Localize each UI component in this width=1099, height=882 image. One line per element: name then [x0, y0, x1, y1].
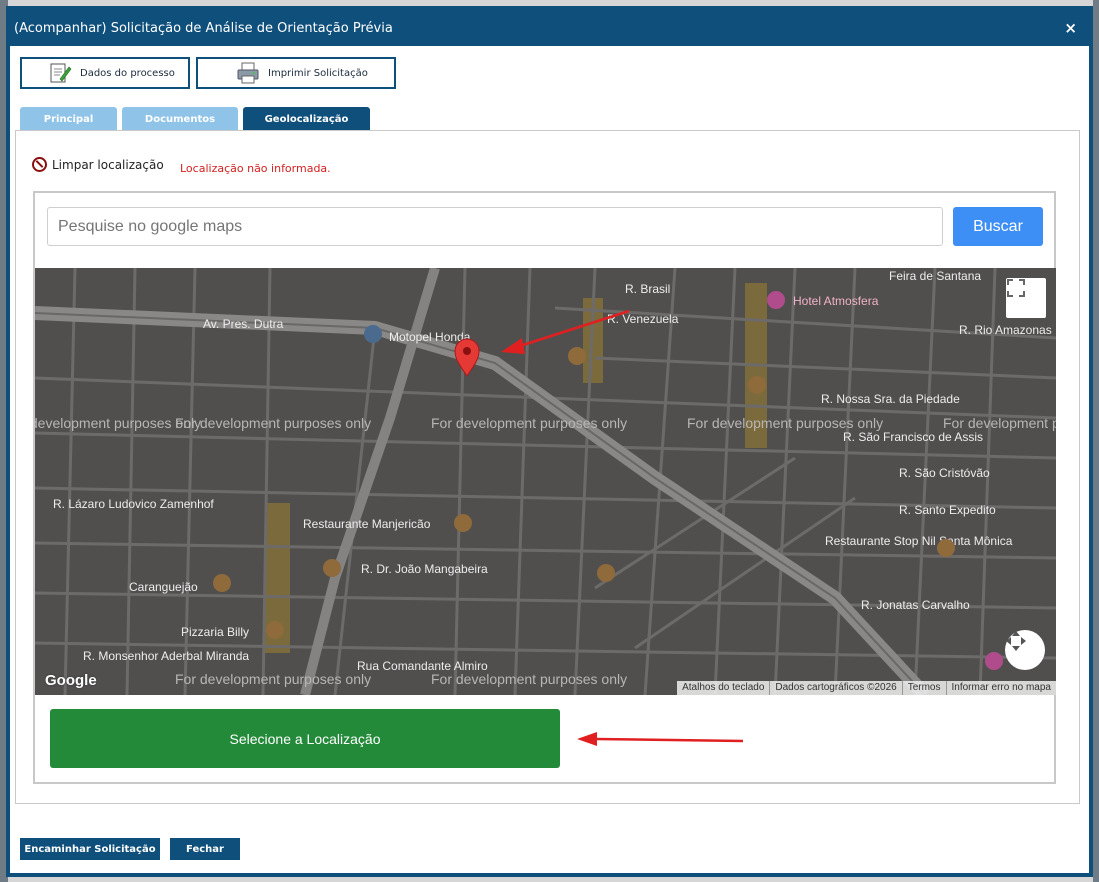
tab-bar: Principal Documentos Geolocalização [20, 107, 370, 131]
print-label: Imprimir Solicitação [268, 67, 368, 79]
toolbar: Dados do processo Imprimir Solicitação [20, 57, 396, 89]
map-frame: Buscar [33, 191, 1056, 784]
annotation-arrow [501, 309, 630, 354]
map-label: R. Santo Expedito [899, 503, 996, 517]
terms-link[interactable]: Termos [901, 681, 946, 695]
process-data-button[interactable]: Dados do processo [20, 57, 190, 89]
background-page-right [1093, 0, 1099, 882]
map-watermark: For development purposes only [175, 671, 371, 687]
location-status-message: Localização não informada. [180, 162, 331, 175]
select-location-button[interactable]: Selecione a Localização [50, 709, 560, 768]
clear-location-button[interactable]: Limpar localização [32, 157, 164, 172]
google-map[interactable]: R. Brasil Av. Pres. Dutra R. Venezuela R… [35, 268, 1056, 695]
map-data-credit: Dados cartográficos ©2026 [769, 681, 901, 695]
map-label: R. Jonatas Carvalho [861, 598, 970, 612]
map-label: R. Lázaro Ludovico Zamenhof [53, 497, 214, 511]
print-request-button[interactable]: Imprimir Solicitação [196, 57, 396, 89]
map-search-input[interactable] [47, 207, 943, 246]
map-label: R. Brasil [625, 282, 670, 296]
map-watermark: For development purposes only [431, 415, 627, 431]
annotation-arrow [577, 732, 744, 746]
fullscreen-icon [1007, 279, 1025, 297]
request-dialog: (Acompanhar) Solicitação de Análise de O… [6, 6, 1093, 877]
close-icon[interactable]: × [1064, 19, 1077, 37]
map-canvas: R. Brasil Av. Pres. Dutra R. Venezuela R… [35, 268, 1056, 695]
forward-request-button[interactable]: Encaminhar Solicitação [20, 838, 160, 860]
map-label: R. Nossa Sra. da Piedade [821, 392, 960, 406]
tab-documentos[interactable]: Documentos [122, 107, 238, 131]
map-label: Av. Pres. Dutra [203, 317, 284, 331]
geolocation-panel: Limpar localização Localização não infor… [15, 130, 1080, 804]
printer-icon [236, 61, 260, 85]
google-logo: Google [45, 672, 97, 689]
map-label: R. Monsenhor Aderbal Miranda [83, 649, 249, 663]
map-watermark: For development purposes only [431, 671, 627, 687]
map-watermark: For development purposes only [687, 415, 883, 431]
map-camera-control[interactable] [1005, 630, 1045, 670]
map-label: R. São Cristóvão [899, 466, 990, 480]
clear-location-label: Limpar localização [52, 157, 164, 172]
map-label: R. Rio Amazonas [959, 323, 1052, 337]
map-label: Feira de Santana [889, 269, 981, 283]
no-entry-icon [32, 157, 47, 172]
map-footer: Atalhos do teclado Dados cartográficos ©… [677, 681, 1056, 695]
tab-principal[interactable]: Principal [20, 107, 117, 131]
location-marker[interactable] [454, 338, 480, 377]
search-button[interactable]: Buscar [953, 207, 1043, 246]
edit-document-icon [48, 61, 72, 85]
map-label: Caranguejão [129, 580, 198, 594]
fullscreen-button[interactable] [1006, 278, 1046, 318]
map-label: Restaurante Manjericão [303, 517, 431, 531]
pan-arrows-icon [1006, 631, 1026, 651]
keyboard-shortcuts-link[interactable]: Atalhos do teclado [677, 681, 769, 695]
map-label: R. São Francisco de Assis [843, 430, 983, 444]
map-label: Restaurante Stop Nil Santa Mônica [825, 534, 1013, 548]
map-label: Pizzaria Billy [181, 625, 249, 639]
dialog-title: (Acompanhar) Solicitação de Análise de O… [14, 20, 393, 36]
dialog-titlebar: (Acompanhar) Solicitação de Análise de O… [10, 10, 1089, 46]
report-error-link[interactable]: Informar erro no mapa [945, 681, 1057, 695]
dialog-footer: Encaminhar Solicitação Fechar [20, 838, 240, 860]
map-watermark: For development purposes only [943, 415, 1056, 431]
map-label: Hotel Atmosfera [793, 294, 879, 308]
close-button[interactable]: Fechar [170, 838, 240, 860]
tab-geolocalizacao[interactable]: Geolocalização [243, 107, 370, 131]
process-data-label: Dados do processo [80, 67, 175, 79]
map-label: R. Dr. João Mangabeira [361, 562, 488, 576]
map-watermark: For development purposes only [175, 415, 371, 431]
